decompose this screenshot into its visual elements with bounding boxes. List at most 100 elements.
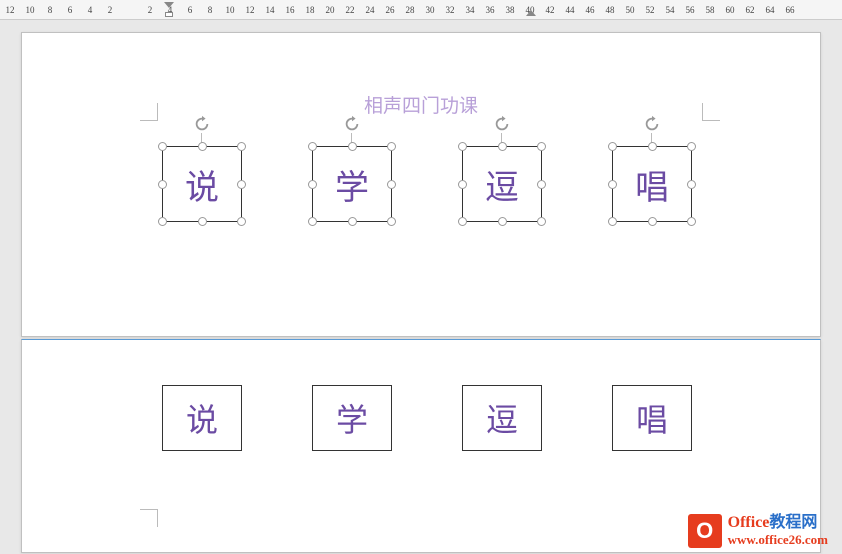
text-box[interactable]: 逗 — [462, 385, 542, 451]
margin-corner-icon — [702, 103, 720, 121]
resize-handle[interactable] — [348, 217, 357, 226]
ruler-tick: 52 — [640, 5, 660, 15]
resize-handle[interactable] — [158, 180, 167, 189]
resize-handle[interactable] — [458, 142, 467, 151]
ruler-tick: 12 — [240, 5, 260, 15]
ruler-tick: 30 — [420, 5, 440, 15]
ruler-tick: 6 — [180, 5, 200, 15]
resize-handle[interactable] — [198, 142, 207, 151]
resize-handle[interactable] — [537, 180, 546, 189]
resize-handle[interactable] — [348, 142, 357, 151]
resize-handle[interactable] — [498, 217, 507, 226]
page-title[interactable]: 相声四门功课 — [364, 91, 478, 118]
resize-handle[interactable] — [387, 217, 396, 226]
resize-handle[interactable] — [198, 217, 207, 226]
ruler-tick: 60 — [720, 5, 740, 15]
ruler-tick: 38 — [500, 5, 520, 15]
ruler-tick: 6 — [60, 5, 80, 15]
ruler-tick: 50 — [620, 5, 640, 15]
text-box-content[interactable]: 说 — [186, 395, 218, 441]
ruler-tick: 4 — [80, 5, 100, 15]
watermark-title: Office教程网 — [728, 514, 828, 532]
office-logo-icon: O — [688, 514, 722, 548]
resize-handle[interactable] — [158, 142, 167, 151]
resize-handle[interactable] — [498, 142, 507, 151]
ruler-tick: 14 — [260, 5, 280, 15]
rotate-handle-icon[interactable] — [193, 115, 211, 133]
text-box-content[interactable]: 唱 — [635, 160, 669, 209]
watermark-logo: O Office教程网 www.office26.com — [688, 514, 828, 548]
text-box-selected[interactable]: 说 — [162, 146, 242, 222]
text-box-selected[interactable]: 逗 — [462, 146, 542, 222]
document-workspace: 相声四门功课 说 — [0, 20, 842, 554]
resize-handle[interactable] — [387, 142, 396, 151]
ruler-tick: 12 — [0, 5, 20, 15]
resize-handle[interactable] — [608, 142, 617, 151]
resize-handle[interactable] — [648, 217, 657, 226]
ruler-tick: 58 — [700, 5, 720, 15]
margin-corner-icon — [140, 509, 158, 527]
resize-handle[interactable] — [237, 217, 246, 226]
ruler-tick: 44 — [560, 5, 580, 15]
ruler-tick: 54 — [660, 5, 680, 15]
ruler-tick: 16 — [280, 5, 300, 15]
ruler-tick: 24 — [360, 5, 380, 15]
rotate-handle-icon[interactable] — [643, 115, 661, 133]
ruler-tick: 32 — [440, 5, 460, 15]
resize-handle[interactable] — [687, 217, 696, 226]
ruler-tick: 8 — [200, 5, 220, 15]
ruler-tick: 42 — [540, 5, 560, 15]
resize-handle[interactable] — [308, 180, 317, 189]
resize-handle[interactable] — [387, 180, 396, 189]
ruler-tick: 2 — [100, 5, 120, 15]
text-box-content[interactable]: 说 — [185, 160, 219, 209]
ruler-tick: 22 — [340, 5, 360, 15]
ruler-tick: 64 — [760, 5, 780, 15]
resize-handle[interactable] — [237, 142, 246, 151]
resize-handle[interactable] — [308, 142, 317, 151]
resize-handle[interactable] — [537, 142, 546, 151]
ruler-tick: 18 — [300, 5, 320, 15]
ruler-tick: 48 — [600, 5, 620, 15]
text-box[interactable]: 说 — [162, 385, 242, 451]
resize-handle[interactable] — [687, 142, 696, 151]
ruler-tick: 62 — [740, 5, 760, 15]
resize-handle[interactable] — [608, 180, 617, 189]
resize-handle[interactable] — [158, 217, 167, 226]
text-box-selected[interactable]: 唱 — [612, 146, 692, 222]
ruler-tick: 2 — [140, 5, 160, 15]
rotate-handle-icon[interactable] — [493, 115, 511, 133]
ruler-tick: 8 — [40, 5, 60, 15]
ruler-tick: 56 — [680, 5, 700, 15]
document-page-1[interactable]: 相声四门功课 说 — [21, 32, 821, 337]
text-box-content[interactable]: 学 — [336, 395, 368, 441]
resize-handle[interactable] — [458, 217, 467, 226]
text-box[interactable]: 唱 — [612, 385, 692, 451]
text-box-content[interactable]: 逗 — [486, 395, 518, 441]
ruler-tick: 28 — [400, 5, 420, 15]
resize-handle[interactable] — [237, 180, 246, 189]
horizontal-ruler[interactable]: 12 10 8 6 4 2 2 4 6 8 10 12 14 16 18 20 … — [0, 0, 842, 20]
indent-marker[interactable] — [164, 0, 174, 20]
ruler-tick: 34 — [460, 5, 480, 15]
margin-corner-icon — [140, 103, 158, 121]
ruler-tick: 36 — [480, 5, 500, 15]
text-box-content[interactable]: 逗 — [485, 160, 519, 209]
resize-handle[interactable] — [648, 142, 657, 151]
ruler-tick: 10 — [20, 5, 40, 15]
resize-handle[interactable] — [458, 180, 467, 189]
text-box-selected[interactable]: 学 — [312, 146, 392, 222]
ruler-tick: 46 — [580, 5, 600, 15]
text-box[interactable]: 学 — [312, 385, 392, 451]
ruler-tick: 26 — [380, 5, 400, 15]
text-box-content[interactable]: 唱 — [636, 395, 668, 441]
rotate-handle-icon[interactable] — [343, 115, 361, 133]
watermark-url: www.office26.com — [728, 533, 828, 548]
ruler-tick: 10 — [220, 5, 240, 15]
resize-handle[interactable] — [537, 217, 546, 226]
resize-handle[interactable] — [608, 217, 617, 226]
resize-handle[interactable] — [308, 217, 317, 226]
resize-handle[interactable] — [687, 180, 696, 189]
text-box-content[interactable]: 学 — [335, 160, 369, 209]
ruler-tick: 20 — [320, 5, 340, 15]
